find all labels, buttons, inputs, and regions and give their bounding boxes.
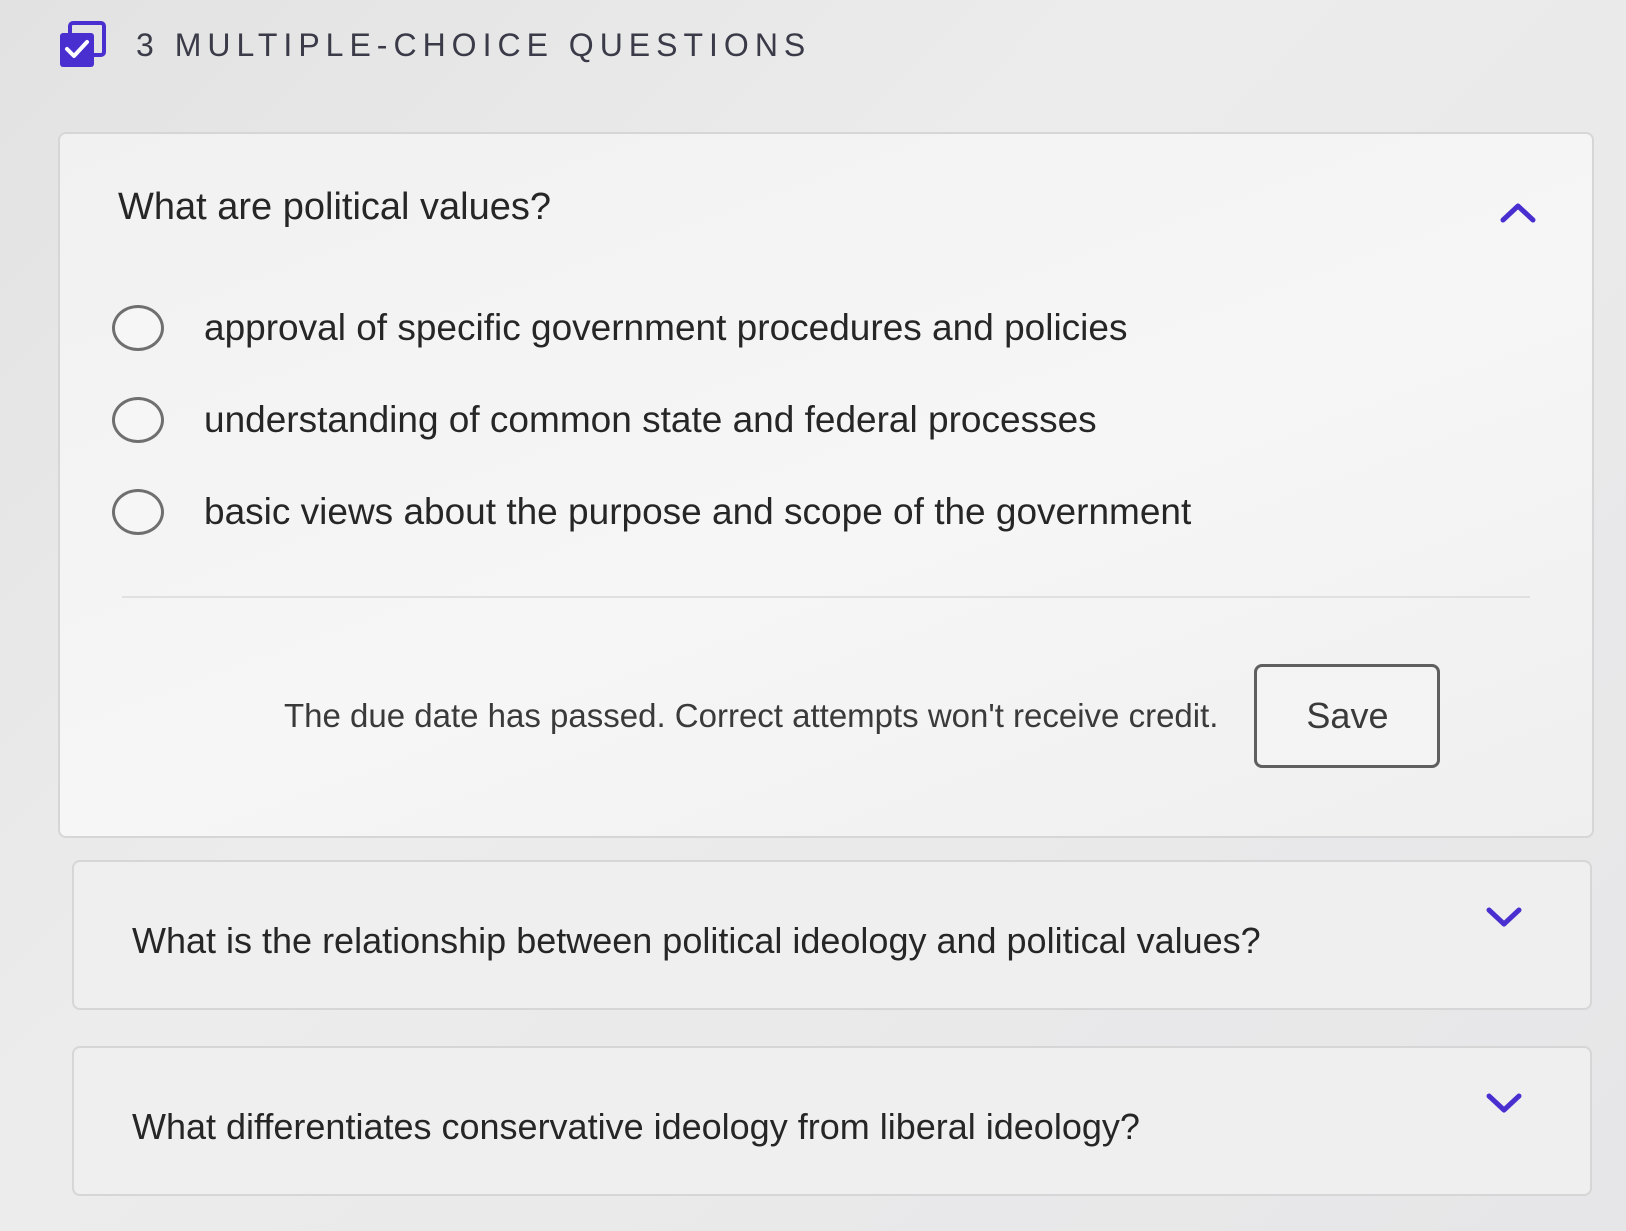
question-card-2[interactable]: What is the relationship between politic… [72,860,1592,1010]
chevron-down-icon[interactable] [1484,902,1524,932]
chevron-down-icon[interactable] [1484,1088,1524,1118]
answer-options: approval of specific government procedur… [112,282,1191,558]
answer-option[interactable]: approval of specific government procedur… [112,282,1191,374]
question-card-1: What are political values? approval of s… [58,132,1594,838]
divider [122,596,1530,598]
section-title: 3 MULTIPLE-CHOICE QUESTIONS [136,26,812,63]
answer-option[interactable]: basic views about the purpose and scope … [112,466,1191,558]
radio-button[interactable] [112,489,164,535]
question-footer: The due date has passed. Correct attempt… [284,664,1441,768]
due-date-message: The due date has passed. Correct attempt… [284,697,1219,734]
checkbox-icon [58,21,108,69]
question-card-3[interactable]: What differentiates conservative ideolog… [72,1046,1592,1196]
save-button[interactable]: Save [1254,664,1441,768]
section-header: 3 MULTIPLE-CHOICE QUESTIONS [58,18,811,72]
question-title[interactable]: What differentiates conservative ideolog… [132,1106,1140,1148]
option-label: approval of specific government procedur… [204,307,1128,348]
question-title[interactable]: What are political values? [118,186,551,229]
radio-button[interactable] [112,305,164,351]
question-title[interactable]: What is the relationship between politic… [132,920,1261,962]
option-label: understanding of common state and federa… [204,399,1097,440]
radio-button[interactable] [112,397,164,443]
option-label: basic views about the purpose and scope … [204,491,1192,532]
chevron-up-icon[interactable] [1498,196,1538,226]
answer-option[interactable]: understanding of common state and federa… [112,374,1191,466]
